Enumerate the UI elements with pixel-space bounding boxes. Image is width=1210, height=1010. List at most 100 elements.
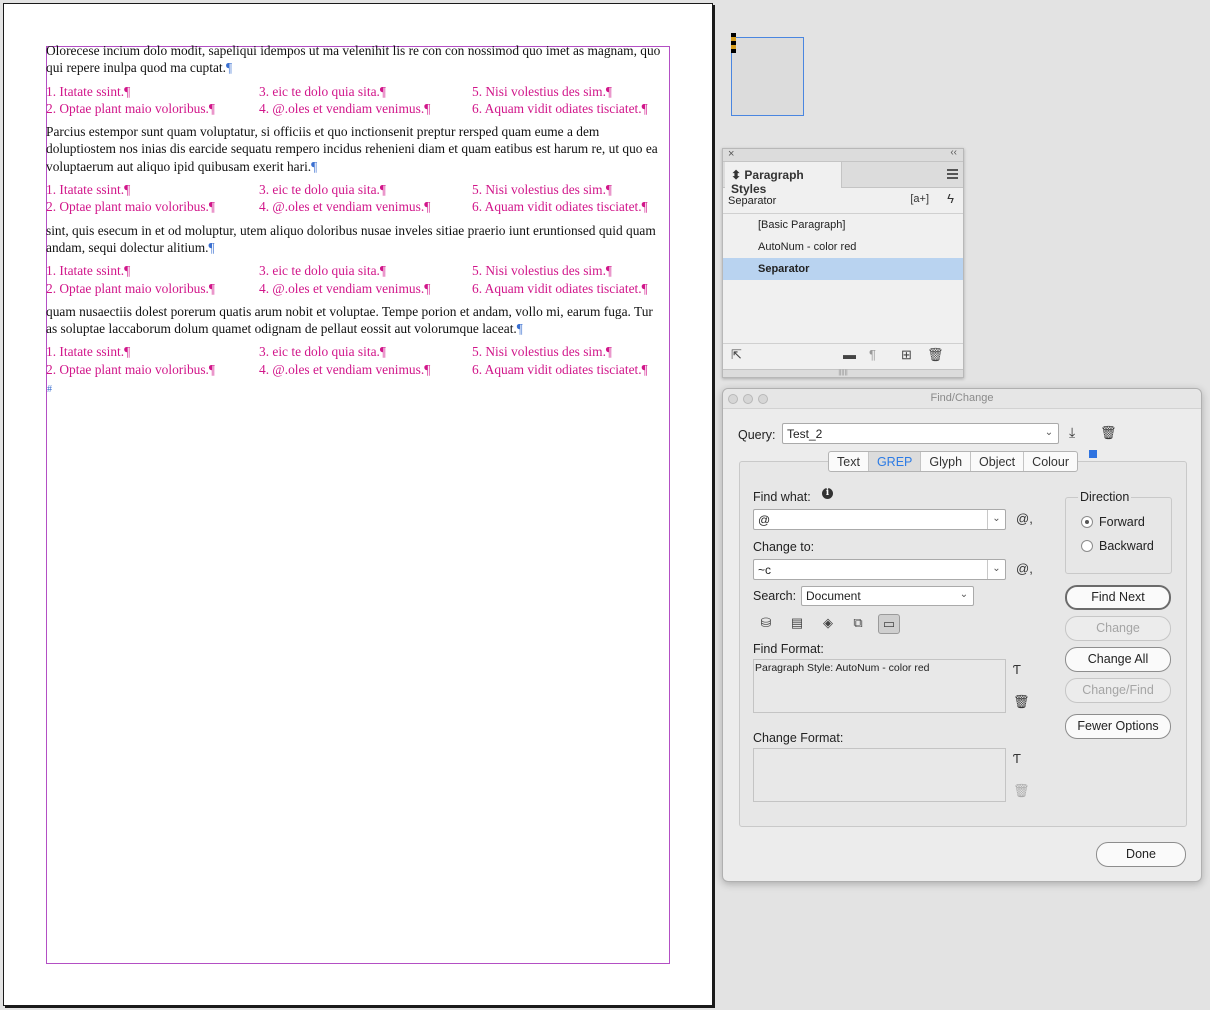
list-item: 6. Aquam vidit odiates tisciatet.¶ <box>472 100 648 116</box>
pasteboard-frame[interactable] <box>731 37 804 116</box>
list-item: 5. Nisi volestius des sim.¶ <box>472 182 612 198</box>
include-hidden-layers-icon[interactable]: ◈ <box>817 614 839 634</box>
frame-handle-icon[interactable] <box>731 33 736 53</box>
find-next-button[interactable]: Find Next <box>1065 585 1171 610</box>
numbered-list-3[interactable]: 1. Itatate ssint.¶ 3. eic te dolo quia s… <box>46 262 666 297</box>
list-item: 1. Itatate ssint.¶ <box>46 182 131 198</box>
text-story[interactable]: Olorecese incium dolo modit, sapeliqui i… <box>46 42 666 396</box>
include-locked-stories-icon[interactable]: ▤ <box>786 614 808 634</box>
delete-query-icon[interactable]: 🗑 <box>1100 425 1117 441</box>
style-list: [Basic Paragraph] AutoNum - color red Se… <box>723 214 963 313</box>
style-item-separator[interactable]: Separator <box>723 258 963 280</box>
change-all-button[interactable]: Change All <box>1065 647 1171 672</box>
panel-footer: ⇱ ▬ ¶ ⊞ 🗑 <box>723 343 963 365</box>
load-styles-icon[interactable]: ⇱ <box>731 347 742 363</box>
change-format-box[interactable] <box>753 748 1006 802</box>
panel-tab-row: ⬍ Paragraph Styles <box>723 162 963 196</box>
current-style-name: Separator <box>728 195 777 207</box>
list-item: 2. Optae plant maio voloribus.¶ <box>46 361 215 377</box>
list-item: 2. Optae plant maio voloribus.¶ <box>46 280 215 296</box>
list-item: 1. Itatate ssint.¶ <box>46 83 131 99</box>
list-item: 3. eic te dolo quia sita.¶ <box>259 344 386 360</box>
delete-style-icon[interactable]: 🗑 <box>927 347 944 363</box>
new-style-from-selection-button[interactable]: [a+] <box>910 193 929 205</box>
include-footnotes-icon[interactable]: ▭ <box>878 614 900 634</box>
numbered-list-4[interactable]: 1. Itatate ssint.¶ 3. eic te dolo quia s… <box>46 343 666 378</box>
panel-menu-icon[interactable] <box>947 169 958 179</box>
body-paragraph-4[interactable]: quam nusaectiis dolest porerum quatis ar… <box>46 303 666 338</box>
minimize-window-button[interactable] <box>743 394 753 404</box>
numbered-list-2[interactable]: 1. Itatate ssint.¶ 3. eic te dolo quia s… <box>46 181 666 216</box>
tab-grep[interactable]: GREP <box>868 452 922 471</box>
tab-object[interactable]: Object <box>971 452 1025 471</box>
paragraph-styles-panel: × ‹‹ ⬍ Paragraph Styles Separator [a+] ϟ… <box>722 147 964 378</box>
clear-overrides-icon[interactable]: ¶ <box>869 347 876 362</box>
numbered-list-1[interactable]: 1. Itatate ssint.¶ 3. eic te dolo quia s… <box>46 83 666 118</box>
collapse-panel-icon[interactable]: ‹‹ <box>950 147 957 158</box>
list-item: 5. Nisi volestius des sim.¶ <box>472 344 612 360</box>
style-item-basic-paragraph[interactable]: [Basic Paragraph] <box>723 214 963 236</box>
forward-label[interactable]: Forward <box>1099 515 1145 529</box>
body-paragraph-1[interactable]: Olorecese incium dolo modit, sapeliqui i… <box>46 42 666 77</box>
dialog-titlebar: Find/Change <box>723 389 1201 409</box>
clear-find-format-icon[interactable]: 🗑 <box>1013 694 1030 710</box>
include-locked-layers-icon[interactable]: ⛁ <box>755 614 777 634</box>
panel-topbar: × ‹‹ <box>723 147 963 162</box>
direction-label: Direction <box>1078 490 1132 504</box>
special-characters-change-icon[interactable]: @, <box>1016 561 1033 576</box>
current-style-row: Separator [a+] ϟ <box>723 188 963 214</box>
close-window-button[interactable] <box>728 394 738 404</box>
specify-find-format-icon[interactable]: Ƭ <box>1013 662 1021 677</box>
list-item: 3. eic te dolo quia sita.¶ <box>259 263 386 279</box>
chevron-down-icon: ⌄ <box>959 589 969 600</box>
search-label: Search: <box>753 589 797 603</box>
query-label: Query: <box>738 428 776 442</box>
done-button[interactable]: Done <box>1096 842 1186 867</box>
tab-arrows-icon: ⬍ <box>731 168 742 182</box>
zoom-window-button[interactable] <box>758 394 768 404</box>
new-style-icon[interactable]: ⊞ <box>901 347 912 363</box>
tab-indicator-flag <box>1089 450 1097 458</box>
body-paragraph-3[interactable]: sint, quis esecum in et od moluptur, ute… <box>46 222 666 257</box>
new-group-folder-icon[interactable]: ▬ <box>843 347 856 362</box>
change-find-button[interactable]: Change/Find <box>1065 678 1171 703</box>
tab-text[interactable]: Text <box>829 452 869 471</box>
find-what-input[interactable]: @ ⌄ <box>753 509 1006 530</box>
change-format-label: Change Format: <box>753 731 844 745</box>
panel-resize-grip[interactable]: |||||| <box>723 369 963 377</box>
include-master-pages-icon[interactable]: ⧉ <box>847 614 869 634</box>
search-type-tabs: Text GREP Glyph Object Colour <box>828 451 1078 472</box>
special-characters-find-icon[interactable]: @, <box>1016 511 1033 526</box>
style-item-autonum-color-red[interactable]: AutoNum - color red <box>723 236 963 258</box>
close-panel-icon[interactable]: × <box>728 148 734 160</box>
list-item: 2. Optae plant maio voloribus.¶ <box>46 199 215 215</box>
find-format-label: Find Format: <box>753 642 824 656</box>
fewer-options-button[interactable]: Fewer Options <box>1065 714 1171 739</box>
body-paragraph-2[interactable]: Parcius estempor sunt quam voluptatur, s… <box>46 123 666 175</box>
specify-change-format-icon[interactable]: Ƭ <box>1013 751 1021 766</box>
quick-apply-icon[interactable]: ϟ <box>947 191 954 206</box>
list-item: 1. Itatate ssint.¶ <box>46 344 131 360</box>
list-item: 3. eic te dolo quia sita.¶ <box>259 83 386 99</box>
backward-label[interactable]: Backward <box>1099 539 1154 553</box>
query-dropdown[interactable]: Test_2 ⌄ <box>782 423 1059 444</box>
tab-glyph[interactable]: Glyph <box>921 452 972 471</box>
list-item: 4. @.oles et vendiam venimus.¶ <box>259 100 431 116</box>
radio-forward[interactable] <box>1081 516 1093 528</box>
radio-backward[interactable] <box>1081 540 1093 552</box>
change-to-input[interactable]: ~c ⌄ <box>753 559 1006 580</box>
change-button[interactable]: Change <box>1065 616 1171 641</box>
dialog-title: Find/Change <box>930 392 994 404</box>
chevron-down-icon[interactable]: ⌄ <box>987 510 1005 529</box>
tab-paragraph-styles[interactable]: ⬍ Paragraph Styles <box>725 162 842 196</box>
info-icon[interactable]: i <box>822 488 833 499</box>
direction-group <box>1065 497 1172 574</box>
document-page[interactable]: Olorecese incium dolo modit, sapeliqui i… <box>3 3 713 1006</box>
chevron-down-icon[interactable]: ⌄ <box>987 560 1005 579</box>
find-format-box[interactable]: Paragraph Style: AutoNum - color red <box>753 659 1006 713</box>
tab-colour[interactable]: Colour <box>1024 452 1077 471</box>
search-scope-dropdown[interactable]: Document ⌄ <box>801 586 974 606</box>
find-what-label: Find what: <box>753 490 811 504</box>
save-query-icon[interactable]: ⤓ <box>1069 424 1075 441</box>
clear-change-format-icon: 🗑 <box>1013 783 1030 798</box>
